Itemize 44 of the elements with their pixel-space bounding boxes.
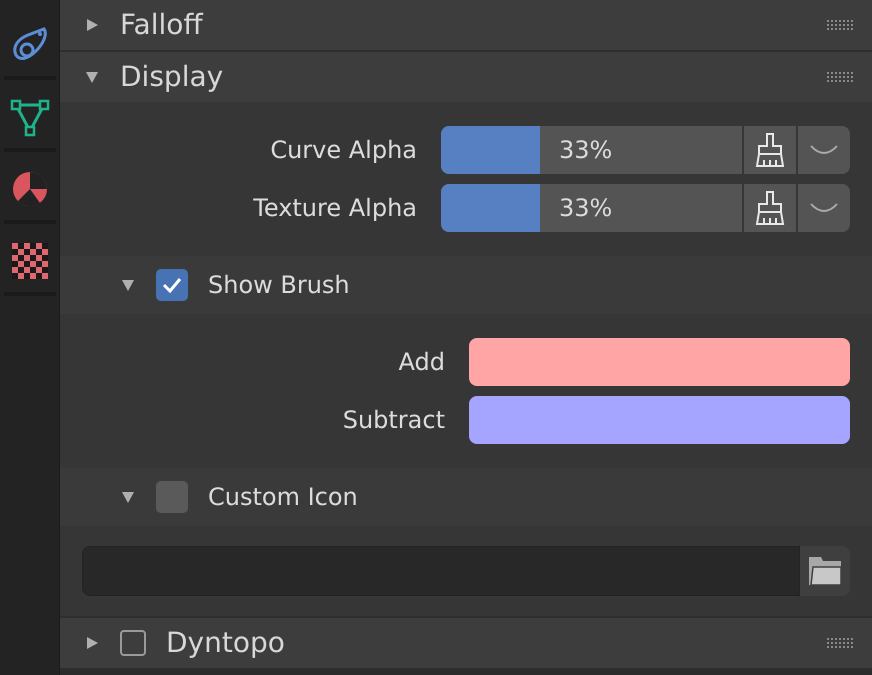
panel-header[interactable]: Dyntopo: [60, 618, 872, 668]
panel-header[interactable]: Display: [60, 52, 872, 102]
checkbox[interactable]: [156, 481, 188, 513]
slider-field[interactable]: 33%: [441, 184, 742, 232]
color-swatch[interactable]: [469, 396, 850, 444]
chevron-down-icon: [809, 202, 839, 214]
field-label: Add: [398, 347, 445, 378]
collapsed-arrow-icon[interactable]: [84, 635, 100, 651]
expanded-arrow-icon[interactable]: [120, 489, 136, 505]
field-label: Texture Alpha: [252, 193, 417, 224]
chevron-down-icon: [809, 144, 839, 156]
dropdown-button[interactable]: [798, 126, 850, 174]
pressure-button[interactable]: [744, 126, 796, 174]
slider-field[interactable]: 33%: [441, 126, 742, 174]
panel-title: Dyntopo: [166, 625, 286, 661]
panel-title: Display: [120, 59, 224, 95]
grip-icon[interactable]: [826, 71, 856, 83]
file-path-field[interactable]: [82, 546, 800, 596]
subpanel-header[interactable]: Show Brush: [60, 256, 872, 314]
brush-icon: [755, 190, 785, 226]
checkerboard-icon[interactable]: [10, 241, 50, 281]
expanded-arrow-icon[interactable]: [120, 277, 136, 293]
field-label: Curve Alpha: [269, 135, 417, 166]
browse-button[interactable]: [800, 546, 850, 596]
checkbox[interactable]: [156, 269, 188, 301]
grip-icon[interactable]: [826, 637, 856, 649]
slider-value: 33%: [559, 193, 612, 224]
panel-title: Falloff: [120, 7, 204, 43]
field-label: Subtract: [342, 405, 445, 436]
slider-value: 33%: [559, 135, 612, 166]
subpanel-header[interactable]: Custom Icon: [60, 468, 872, 526]
grip-icon[interactable]: [826, 19, 856, 31]
subpanel-title: Custom Icon: [208, 482, 358, 513]
collapsed-arrow-icon[interactable]: [84, 17, 100, 33]
subpanel-title: Show Brush: [208, 270, 350, 301]
brush-icon: [755, 132, 785, 168]
folder-icon: [807, 555, 843, 587]
checkbox[interactable]: [120, 630, 146, 656]
color-swatch[interactable]: [469, 338, 850, 386]
expanded-arrow-icon[interactable]: [84, 69, 100, 85]
triangle-vertices-icon[interactable]: [10, 97, 50, 137]
pressure-button[interactable]: [744, 184, 796, 232]
dropdown-button[interactable]: [798, 184, 850, 232]
panel-header[interactable]: Falloff: [60, 0, 872, 50]
